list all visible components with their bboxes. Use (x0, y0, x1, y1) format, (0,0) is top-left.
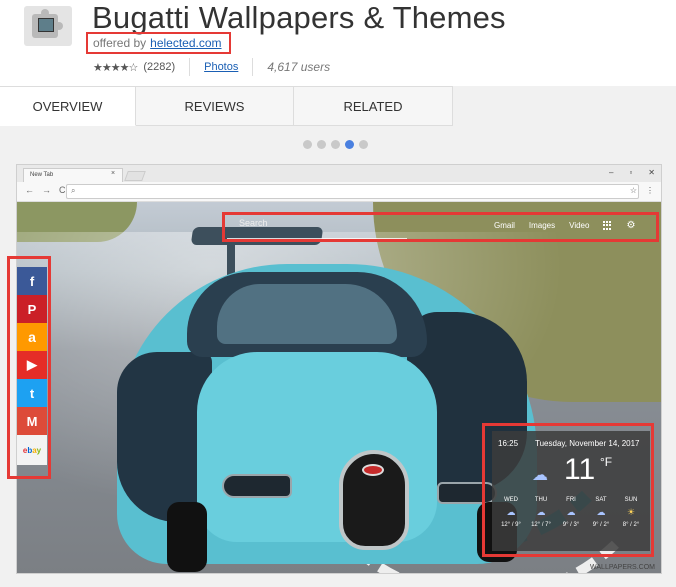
youtube-icon[interactable]: ▶ (17, 351, 47, 379)
detail-tabs: OVERVIEW REVIEWS RELATED (0, 86, 453, 126)
browser-toolbar: ← → C ⌕ ☆ ⋮ (17, 182, 661, 202)
facebook-icon[interactable]: f (17, 267, 47, 295)
offered-by-link[interactable]: helected.com (150, 36, 221, 50)
close-window-icon: ✕ (648, 168, 655, 177)
forecast-day-label: SAT (595, 497, 607, 503)
social-bar: f P a ▶ t M ebay (17, 267, 47, 465)
star-rating-icon: ★★★★☆ (93, 61, 138, 74)
cloud-icon: ☁ (566, 507, 576, 517)
twitter-icon[interactable]: t (17, 379, 47, 407)
window-controls: – ▫ ✕ (609, 168, 655, 177)
watermark: WALLPAPERS.COM (590, 564, 655, 571)
rating-count[interactable]: (2282) (143, 61, 175, 73)
tab-reviews[interactable]: REVIEWS (136, 86, 294, 126)
divider (189, 58, 191, 76)
gear-icon: ⚙ (626, 220, 636, 231)
carousel-dot[interactable] (359, 140, 368, 149)
forecast-temps: 9° / 2° (592, 522, 610, 528)
carousel-dot[interactable] (303, 140, 312, 149)
top-links: Gmail Images Video ⚙ (494, 220, 635, 231)
forward-icon: → (42, 185, 51, 195)
forecast-temps: 12° / 7° (531, 522, 551, 528)
minimize-icon: – (609, 168, 614, 177)
cloud-icon: ☁ (506, 507, 516, 517)
category-link[interactable]: Photos (204, 61, 238, 73)
sun-cloud-icon: ☀ (626, 507, 636, 517)
gmail-link: Gmail (494, 221, 515, 230)
back-icon: ← (25, 185, 34, 195)
search-placeholder: Search (239, 218, 268, 228)
cloud-icon: ☁ (532, 467, 548, 484)
car-badge (362, 464, 384, 476)
menu-icon: ⋮ (646, 186, 654, 195)
forecast-day: FRI ☁ 9° / 3° (556, 497, 586, 528)
browser-tab-title: New Tab (30, 172, 54, 178)
search-icon: ⌕ (71, 186, 76, 195)
carousel-dot[interactable] (317, 140, 326, 149)
divider (252, 58, 254, 76)
car-wheel (167, 502, 207, 572)
video-link: Video (569, 221, 590, 230)
extension-header: Bugatti Wallpapers & Themes offered by he… (0, 0, 676, 86)
extension-screenshot: New Tab × – ▫ ✕ ← → C ⌕ ☆ ⋮ Search Gmail… (16, 164, 662, 574)
maximize-icon: ▫ (629, 168, 633, 177)
ebay-icon[interactable]: ebay (17, 435, 47, 465)
nav-buttons: ← → C (25, 185, 66, 195)
forecast-day-label: FRI (566, 497, 576, 503)
tab-related[interactable]: RELATED (294, 86, 453, 126)
forecast-day: THU ☁ 12° / 7° (526, 497, 556, 528)
forecast-day-label: SUN (624, 497, 638, 503)
user-count: 4,617 users (267, 60, 331, 74)
forecast-day: SAT ☁ 9° / 2° (586, 497, 616, 528)
carousel-dot[interactable] (331, 140, 340, 149)
apps-grid-icon (603, 221, 612, 230)
extension-icon (24, 6, 72, 46)
extension-title: Bugatti Wallpapers & Themes (92, 0, 506, 35)
forecast-temps: 12° / 9° (501, 522, 521, 528)
current-temperature: 11 (564, 453, 596, 486)
cloud-icon: ☁ (536, 507, 546, 517)
amazon-icon[interactable]: a (17, 323, 47, 351)
temperature-unit: °F (600, 455, 613, 469)
weather-widget: 16:25 Tuesday, November 14, 2017 ☁ 11 °F… (492, 431, 650, 551)
cloud-icon: ☁ (596, 507, 606, 517)
car-windshield (217, 284, 397, 344)
thumbnail-icon (38, 18, 54, 32)
images-link: Images (528, 221, 556, 230)
forecast-day-label: THU (534, 497, 548, 503)
offered-by: offered by helected.com (93, 36, 222, 50)
current-date: Tuesday, November 14, 2017 (535, 439, 640, 448)
offered-by-label: offered by (93, 36, 147, 50)
browser-tab: New Tab (23, 168, 123, 182)
carousel-dots (303, 140, 368, 149)
close-icon: × (111, 170, 116, 177)
clock-time: 16:25 (498, 439, 519, 448)
address-bar: ⌕ (66, 184, 639, 199)
rating-row: ★★★★☆ (2282) Photos 4,617 users (93, 58, 330, 76)
gmail-icon[interactable]: M (17, 407, 47, 435)
forecast-day: SUN ☀ 8° / 2° (616, 497, 646, 528)
new-tab-icon (124, 171, 146, 181)
tab-overview[interactable]: OVERVIEW (0, 86, 136, 126)
car-headlight (222, 474, 292, 498)
forecast-temps: 8° / 2° (622, 522, 640, 528)
carousel-dot-active[interactable] (345, 140, 354, 149)
forecast: WED ☁ 12° / 9° THU ☁ 12° / 7° FRI ☁ 9° /… (496, 497, 646, 528)
reload-icon: C (59, 185, 66, 195)
forecast-day-label: WED (504, 497, 518, 503)
forecast-temps: 9° / 3° (562, 522, 580, 528)
pinterest-icon[interactable]: P (17, 295, 47, 323)
bookmark-star-icon: ☆ (629, 186, 637, 195)
browser-tabstrip: New Tab × – ▫ ✕ (17, 165, 661, 182)
forecast-day: WED ☁ 12° / 9° (496, 497, 526, 528)
